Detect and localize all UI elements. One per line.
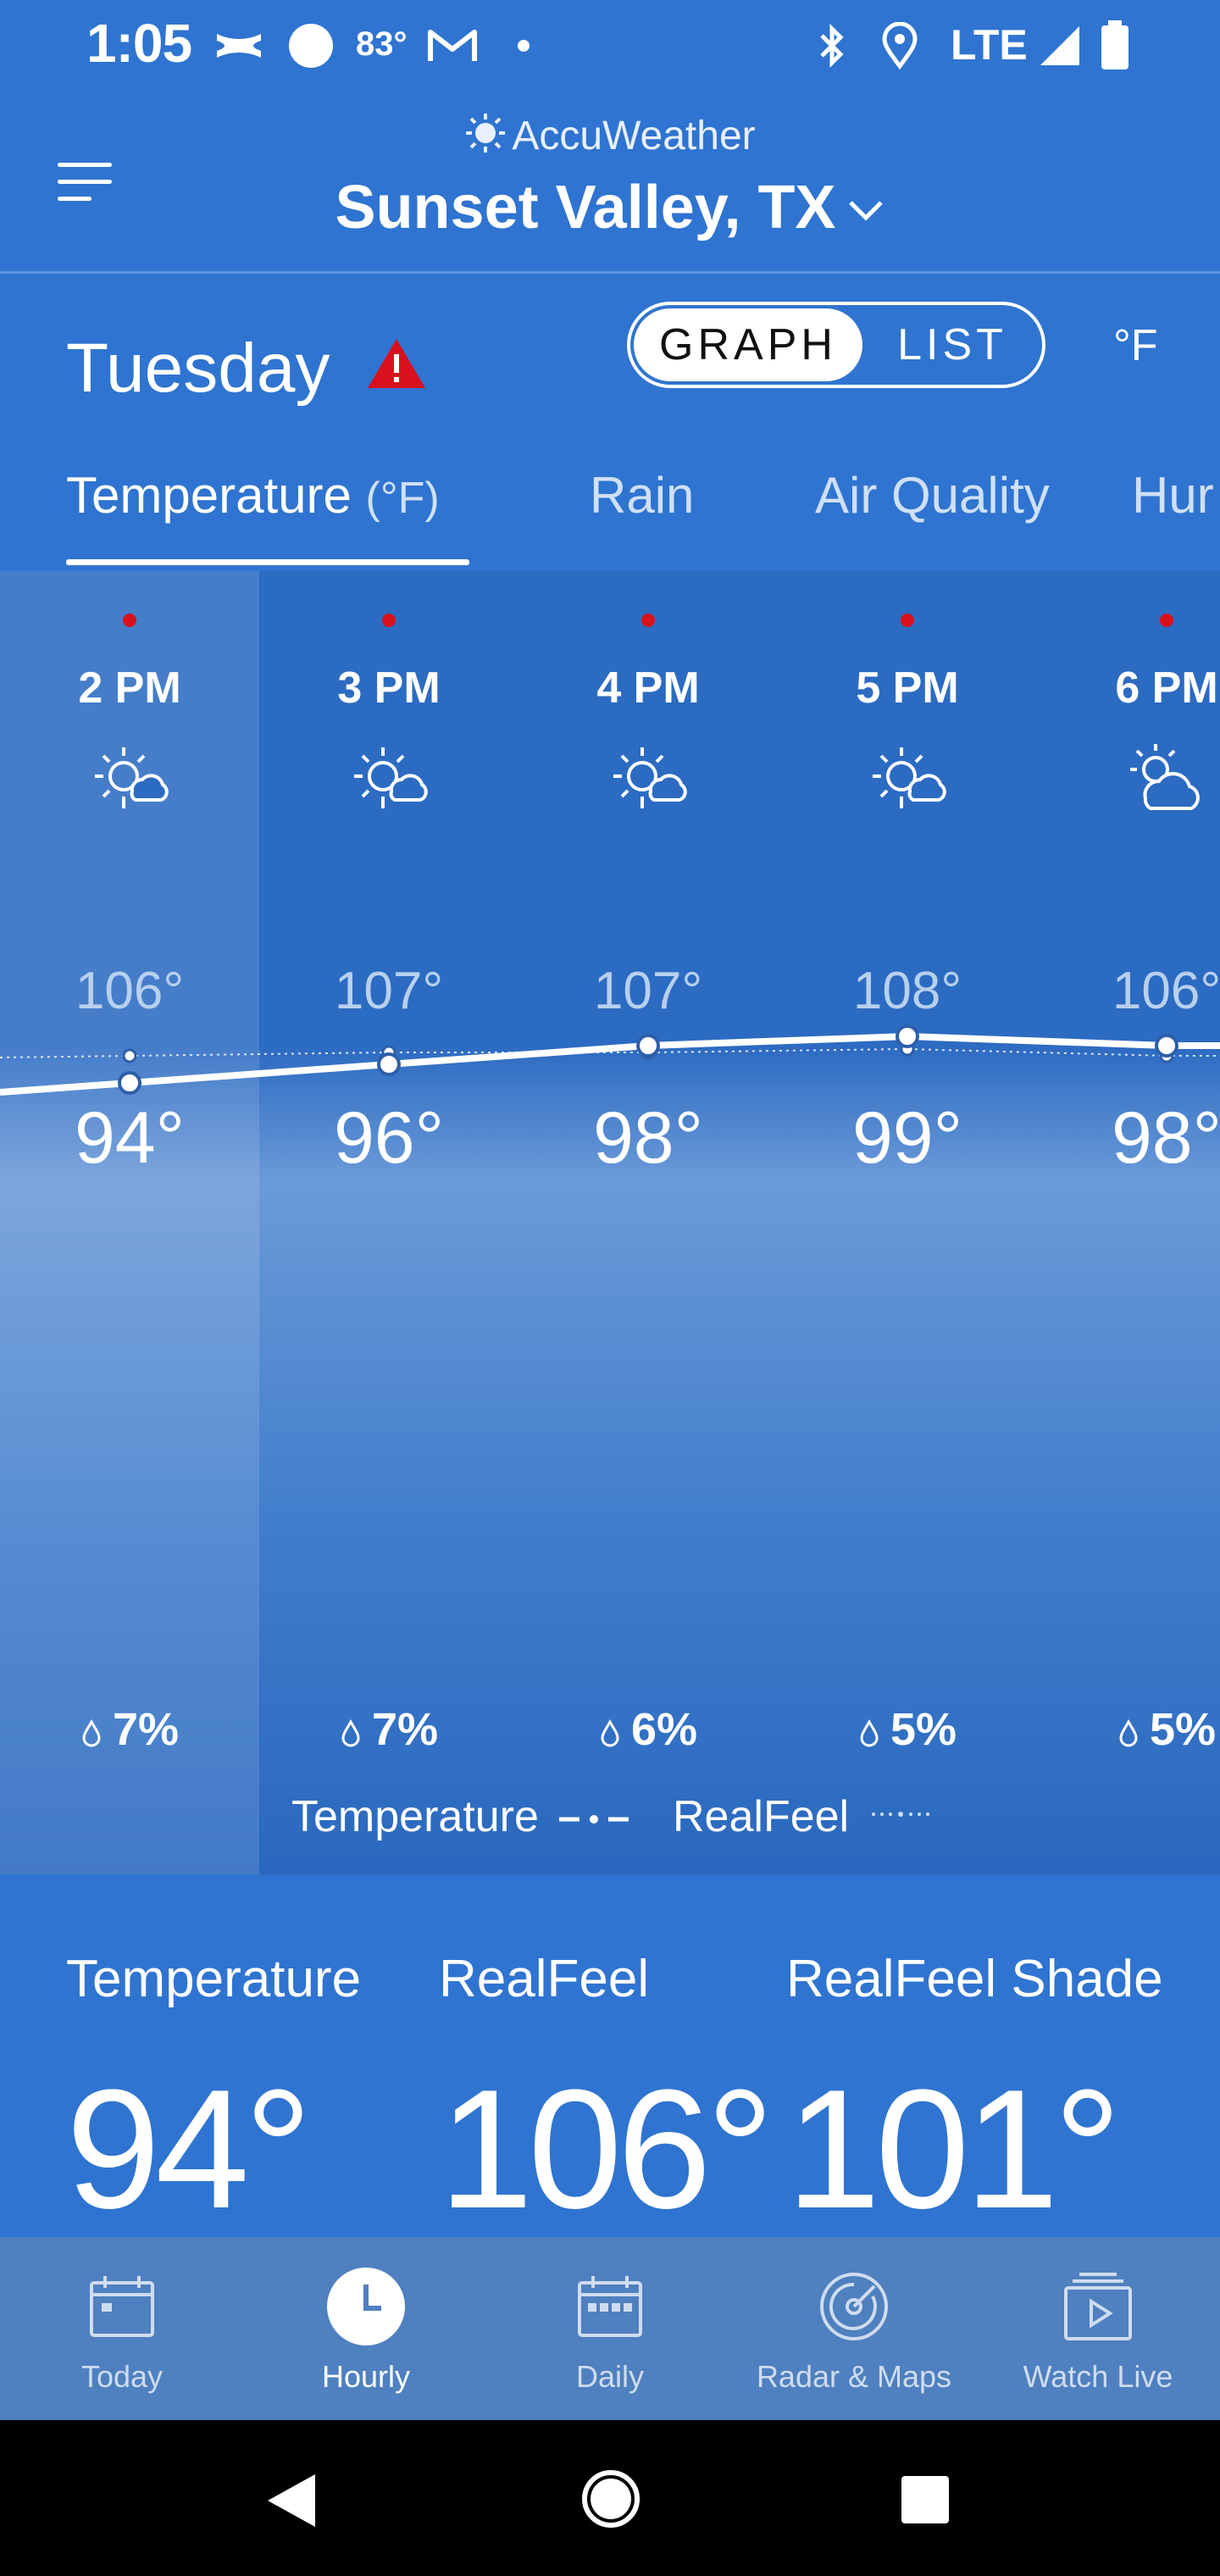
alert-dot xyxy=(901,613,914,627)
location-icon xyxy=(881,19,918,73)
detail-temperature-label: Temperature xyxy=(66,1950,362,2008)
recents-button[interactable] xyxy=(901,2476,949,2523)
detail-realfeel-value: 106° xyxy=(439,2055,774,2244)
nav-daily[interactable]: Daily xyxy=(488,2237,732,2420)
tab-temperature[interactable]: Temperature (°F) xyxy=(66,466,440,525)
system-navigation xyxy=(0,2420,1220,2576)
realfeel-value: 106° xyxy=(75,962,185,1020)
unit-toggle[interactable]: °F xyxy=(1113,320,1158,371)
graph-toggle-option[interactable]: GRAPH xyxy=(634,308,862,381)
location-name: Sunset Valley, TX xyxy=(335,174,836,242)
realfeel-value: 107° xyxy=(593,962,703,1020)
temperature-value: 98° xyxy=(1111,1097,1220,1179)
realfeel-value: 107° xyxy=(334,962,444,1020)
hour-label: 3 PM xyxy=(337,663,441,713)
signal-icon xyxy=(1039,19,1081,73)
tab-air-quality[interactable]: Air Quality xyxy=(815,466,1050,525)
precip-chance: 7% xyxy=(0,1703,259,1756)
mostly-sunny-icon xyxy=(83,732,176,830)
hour-label: 4 PM xyxy=(596,663,700,713)
clock-icon xyxy=(244,2268,488,2347)
detail-temperature-value: 94° xyxy=(66,2055,312,2244)
day-title: Tuesday xyxy=(66,330,330,407)
app-header: AccuWeather Sunset Valley, TX xyxy=(0,93,1220,274)
temperature-line-point xyxy=(1155,1034,1178,1058)
temperature-value: 96° xyxy=(333,1097,445,1179)
temperature-line-point xyxy=(636,1034,660,1058)
precip-chance: 5% xyxy=(778,1703,1037,1756)
calendar-daily-icon xyxy=(488,2271,732,2339)
bottom-navigation: Today Hourly Daily Radar & Maps Watch Li… xyxy=(0,2237,1220,2420)
hourly-graph[interactable]: 2 PM 106° 94° 7% 3 PM 107° 96° 7% 4 PM 107° 98° 6% 5… xyxy=(0,571,1220,1874)
nav-hourly[interactable]: Hourly xyxy=(244,2237,488,2420)
alert-dot xyxy=(123,613,136,627)
partly-cloudy-icon xyxy=(1120,732,1213,830)
view-toggle[interactable]: GRAPH LIST xyxy=(627,302,1045,388)
mostly-sunny-icon xyxy=(861,732,954,830)
raindrop-icon xyxy=(601,1718,619,1747)
status-bar: 1:05 83° LTE xyxy=(0,0,1220,93)
raindrop-icon xyxy=(860,1718,879,1747)
active-tab-indicator xyxy=(66,559,469,565)
realfeel-value: 108° xyxy=(852,962,962,1020)
alert-icon[interactable] xyxy=(366,337,427,394)
realfeel-value: 106° xyxy=(1112,962,1220,1020)
accuweather-sun-icon xyxy=(464,112,507,164)
back-button[interactable] xyxy=(264,2471,317,2530)
hour-label: 2 PM xyxy=(78,663,181,713)
status-temperature: 83° xyxy=(356,25,408,63)
nav-today[interactable]: Today xyxy=(0,2237,244,2420)
temperature-value: 94° xyxy=(74,1097,186,1179)
status-time: 1:05 xyxy=(86,13,192,74)
nav-radar-maps[interactable]: Radar & Maps xyxy=(732,2237,976,2420)
temperature-line-point xyxy=(377,1052,401,1076)
detail-realfeel-label: RealFeel xyxy=(439,1950,650,2008)
precip-chance: 7% xyxy=(259,1703,518,1756)
home-button[interactable] xyxy=(581,2469,640,2529)
under-armour-icon xyxy=(214,19,264,73)
calendar-today-icon xyxy=(0,2271,244,2339)
precip-chance: 6% xyxy=(518,1703,778,1756)
chevron-down-icon xyxy=(847,168,884,237)
raindrop-icon xyxy=(82,1718,101,1747)
realfeel-line-point xyxy=(122,1048,137,1063)
raindrop-icon xyxy=(341,1718,360,1747)
notification-dot-icon xyxy=(515,19,532,73)
brand-logo: AccuWeather xyxy=(0,112,1220,164)
alert-dot xyxy=(1160,613,1173,627)
mostly-sunny-icon xyxy=(602,732,695,830)
temperature-line xyxy=(0,1032,1220,1096)
alert-dot xyxy=(641,613,655,627)
legend-temperature: Temperature xyxy=(291,1791,629,1842)
raindrop-icon xyxy=(1119,1718,1138,1747)
location-selector[interactable]: Sunset Valley, TX xyxy=(0,168,1220,242)
temperature-line-point xyxy=(118,1071,141,1095)
current-details: Temperature RealFeel RealFeel Shade 94° … xyxy=(0,1874,1220,2244)
brand-name: AccuWeather xyxy=(512,114,756,158)
hour-label: 5 PM xyxy=(856,663,959,713)
network-type: LTE xyxy=(951,21,1028,69)
battery-icon xyxy=(1100,19,1130,73)
tab-rain[interactable]: Rain xyxy=(590,466,694,525)
radar-icon xyxy=(732,2271,976,2342)
nav-watch-live[interactable]: Watch Live xyxy=(976,2237,1220,2420)
legend-realfeel: RealFeel xyxy=(673,1791,955,1842)
watch-live-icon xyxy=(976,2271,1220,2342)
temperature-value: 98° xyxy=(592,1097,704,1179)
circle-status-icon xyxy=(288,19,334,73)
detail-shade-label: RealFeel Shade xyxy=(786,1950,1163,2008)
mostly-sunny-icon xyxy=(342,732,435,830)
detail-shade-value: 101° xyxy=(786,2055,1122,2244)
precip-chance: 5% xyxy=(1037,1703,1220,1756)
alert-dot xyxy=(382,613,396,627)
tab-humidity[interactable]: Hur xyxy=(1132,466,1214,525)
list-toggle-option[interactable]: LIST xyxy=(876,308,1029,381)
temperature-value: 99° xyxy=(851,1097,963,1179)
metric-tabs: Temperature (°F) Rain Air Quality Hur xyxy=(0,441,1220,568)
gmail-icon xyxy=(427,19,478,73)
temperature-line-point xyxy=(896,1024,919,1048)
bluetooth-icon xyxy=(815,19,849,73)
hour-label: 6 PM xyxy=(1115,663,1218,713)
